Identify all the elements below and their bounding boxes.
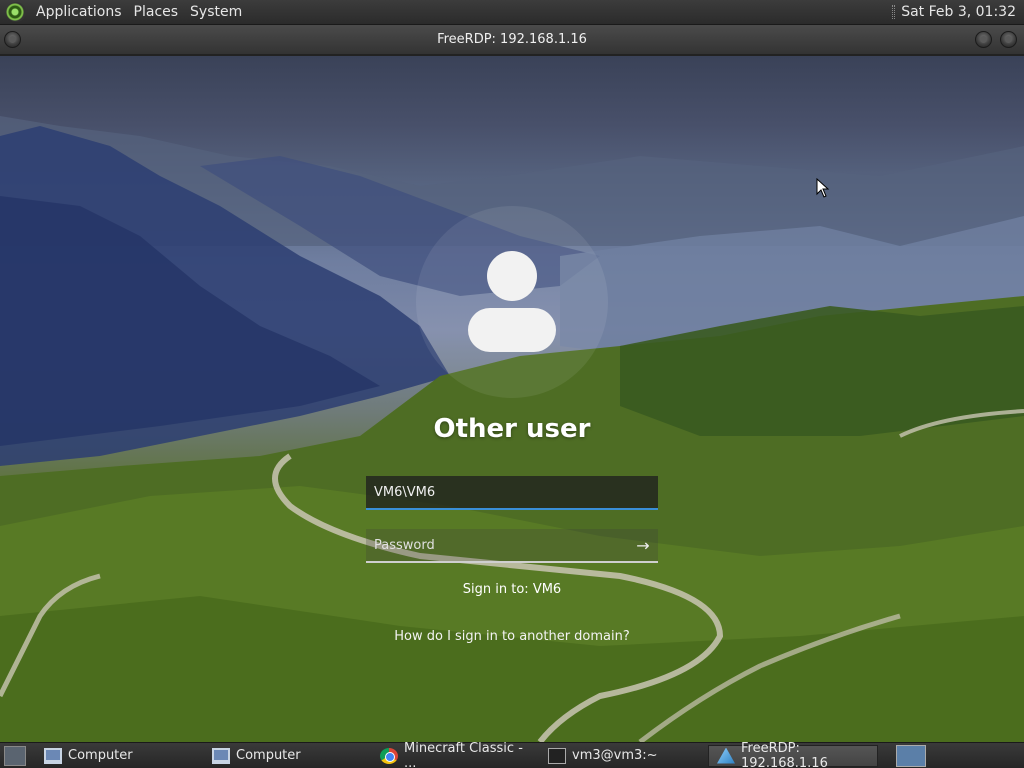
sign-in-target: Sign in to: VM6 [462, 582, 562, 597]
submit-arrow-icon[interactable]: → [628, 530, 658, 560]
menu-places[interactable]: Places [128, 4, 185, 20]
rdp-viewport[interactable]: Other user → Sign in to: VM6 How do I si… [0, 56, 1024, 742]
avatar-body-icon [468, 308, 556, 352]
maximize-button[interactable] [1000, 31, 1017, 48]
mouse-cursor-icon [816, 178, 830, 198]
task-label: Minecraft Classic - ... [404, 740, 523, 768]
freerdp-icon [717, 747, 735, 764]
menu-applications[interactable]: Applications [30, 4, 128, 20]
username-input[interactable] [374, 476, 658, 508]
taskbar-item-computer[interactable]: Computer [204, 745, 368, 767]
task-label: FreeRDP: 192.168.1.16 [741, 740, 828, 768]
task-label: vm3@vm3:~ [572, 748, 658, 763]
window-title: FreeRDP: 192.168.1.16 [437, 32, 587, 47]
taskbar-item-freerdp[interactable]: FreeRDP: 192.168.1.16 [708, 741, 878, 768]
window-titlebar[interactable]: FreeRDP: 192.168.1.16 [0, 25, 1024, 55]
top-panel: Applications Places System Sat Feb 3, 01… [0, 0, 1024, 25]
computer-icon [44, 747, 62, 764]
workspace-switcher[interactable] [896, 744, 926, 767]
user-heading: Other user [433, 414, 591, 444]
terminal-icon [548, 747, 566, 764]
window-menu-button[interactable] [4, 31, 21, 48]
menu-system[interactable]: System [184, 4, 248, 20]
show-desktop-button[interactable] [4, 745, 26, 766]
domain-help-link[interactable]: How do I sign in to another domain? [0, 629, 1024, 644]
avatar-head-icon [487, 251, 537, 301]
user-avatar [416, 206, 608, 398]
task-label: Computer [236, 748, 301, 763]
clock[interactable]: Sat Feb 3, 01:32 [892, 4, 1024, 20]
password-input[interactable] [374, 529, 628, 561]
distro-logo-icon[interactable] [6, 2, 26, 22]
task-label: Computer [68, 748, 133, 763]
computer-icon [212, 747, 230, 764]
username-field[interactable] [366, 476, 658, 510]
taskbar-item-computer[interactable]: Computer [36, 745, 200, 767]
chrome-icon [380, 747, 398, 764]
taskbar-item-terminal[interactable]: vm3@vm3:~ [540, 745, 704, 767]
bottom-taskbar: Computer Computer Minecraft Classic - ..… [0, 741, 1024, 768]
password-field[interactable]: → [366, 529, 658, 563]
panel-grip-icon [892, 5, 896, 19]
taskbar-item-chrome[interactable]: Minecraft Classic - ... [372, 741, 536, 768]
clock-text: Sat Feb 3, 01:32 [901, 4, 1016, 20]
minimize-button[interactable] [975, 31, 992, 48]
